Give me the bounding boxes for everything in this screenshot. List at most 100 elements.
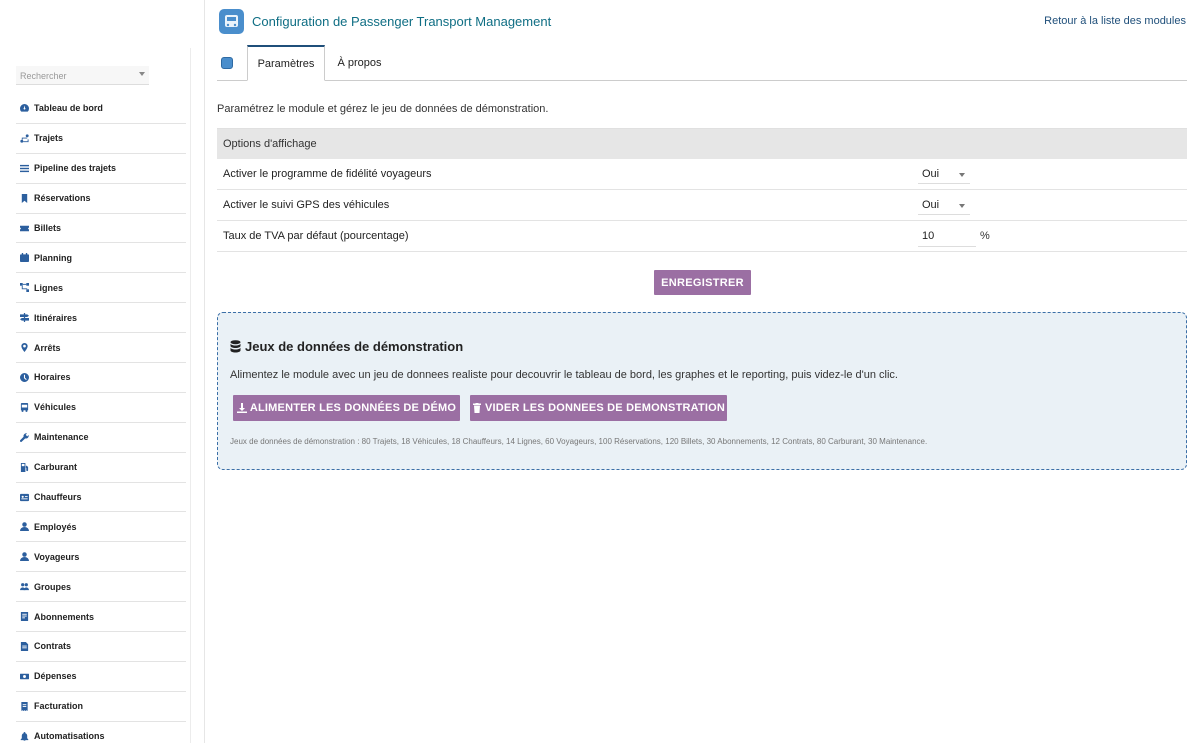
signpost-icon	[19, 313, 29, 323]
wrench-icon	[19, 432, 29, 442]
sidebar-item-label: Facturation	[34, 701, 84, 712]
sidebar-item-depenses[interactable]: Dépenses	[16, 662, 186, 692]
sidebar-edge	[204, 0, 205, 743]
sidebar-item-label: Chauffeurs	[34, 492, 82, 503]
vat-unit: %	[980, 230, 990, 242]
tab-parametres[interactable]: Paramètres	[247, 45, 325, 81]
sidebar-item-trajets[interactable]: Trajets	[16, 124, 186, 154]
tab-bar: Paramètres À propos	[217, 45, 1187, 81]
user-icon	[19, 522, 29, 532]
option-row-gps: Activer le suivi GPS des véhicules Oui	[217, 190, 1187, 221]
dashboard-icon	[19, 103, 29, 113]
chevron-down-icon	[959, 173, 965, 177]
gps-select[interactable]: Oui	[918, 196, 970, 215]
bookmark-icon	[19, 193, 29, 203]
clock-icon	[19, 372, 29, 382]
sidebar-item-automatisations[interactable]: Automatisations	[16, 722, 186, 743]
back-to-modules-link[interactable]: Retour à la liste des modules	[1044, 15, 1186, 27]
loyalty-select[interactable]: Oui	[918, 165, 970, 184]
option-label: Taux de TVA par défaut (pourcentage)	[223, 230, 409, 242]
module-logo-icon	[219, 9, 244, 34]
sidebar-item-label: Voyageurs	[34, 551, 80, 562]
option-label: Activer le suivi GPS des véhicules	[223, 199, 390, 211]
loyalty-select-value: Oui	[922, 168, 940, 180]
sidebar-item-label: Carburant	[34, 462, 78, 473]
sidebar-divider	[190, 48, 191, 743]
sidebar-item-label: Pipeline des trajets	[34, 163, 117, 174]
sidebar-item-arrets[interactable]: Arrêts	[16, 333, 186, 364]
bus-icon	[19, 402, 29, 412]
sidebar-item-label: Horaires	[34, 372, 71, 383]
sidebar-item-label: Lignes	[34, 282, 64, 293]
sidebar-item-tableau-de-bord[interactable]: Tableau de bord	[16, 94, 186, 124]
document-icon	[19, 612, 29, 622]
sidebar-item-voyageurs[interactable]: Voyageurs	[16, 542, 186, 573]
sidebar-item-label: Groupes	[34, 581, 72, 592]
sidebar-item-billets[interactable]: Billets	[16, 214, 186, 244]
option-row-loyalty: Activer le programme de fidélité voyageu…	[217, 159, 1187, 190]
sidebar-item-label: Véhicules	[34, 402, 77, 413]
sidebar-item-label: Arrêts	[34, 342, 61, 353]
save-button[interactable]: ENREGISTRER	[654, 270, 751, 295]
demo-title: Jeux de données de démonstration	[230, 339, 463, 354]
sidebar-item-label: Abonnements	[34, 611, 95, 622]
map-pin-icon	[19, 343, 29, 353]
page-title: Configuration de Passenger Transport Man…	[252, 14, 552, 29]
sidebar-item-contrats[interactable]: Contrats	[16, 632, 186, 662]
download-icon	[236, 403, 247, 413]
sidebar-item-label: Billets	[34, 223, 62, 233]
sidebar-item-facturation[interactable]: Facturation	[16, 692, 186, 722]
clear-demo-label: VIDER LES DONNEES DE DEMONSTRATION	[484, 402, 726, 414]
calendar-icon	[19, 253, 29, 263]
sidebar-item-lignes[interactable]: Lignes	[16, 273, 186, 304]
users-icon	[19, 582, 29, 592]
options-table: Options d'affichage Activer le programme…	[217, 128, 1187, 252]
sidebar-item-vehicules[interactable]: Véhicules	[16, 393, 186, 423]
module-tab-icon[interactable]	[221, 57, 233, 69]
demo-data-panel: Jeux de données de démonstration Aliment…	[217, 312, 1187, 470]
user-icon	[19, 552, 29, 562]
sidebar-item-maintenance[interactable]: Maintenance	[16, 423, 186, 453]
fuel-icon	[19, 462, 29, 472]
sidebar-item-abonnements[interactable]: Abonnements	[16, 602, 186, 633]
sidebar-item-horaires[interactable]: Horaires	[16, 363, 186, 393]
sidebar-item-groupes[interactable]: Groupes	[16, 572, 186, 603]
search-box[interactable]	[16, 66, 149, 85]
sidebar-item-reservations[interactable]: Réservations	[16, 184, 186, 214]
id-card-icon	[19, 492, 29, 502]
sidebar-item-label: Planning	[34, 252, 72, 263]
sidebar-item-label: Itinéraires	[34, 312, 78, 323]
sidebar: Tableau de bord Trajets Pipeline des traje…	[0, 0, 205, 743]
search-input[interactable]	[16, 67, 126, 85]
sidebar-item-employes[interactable]: Employés	[16, 512, 186, 543]
sidebar-item-chauffeurs[interactable]: Chauffeurs	[16, 483, 186, 513]
invoice-icon	[19, 701, 29, 711]
sidebar-item-pipeline-des-trajets[interactable]: Pipeline des trajets	[16, 154, 186, 184]
vat-rate-input[interactable]: 10	[918, 227, 976, 247]
tab-a-propos[interactable]: À propos	[337, 45, 382, 81]
sidebar-menu: Tableau de bord Trajets Pipeline des traje…	[16, 94, 186, 743]
sidebar-item-label: Tableau de bord	[34, 103, 103, 114]
load-demo-button[interactable]: ALIMENTER LES DONNÉES DE DÉMO	[233, 395, 460, 421]
option-label: Activer le programme de fidélité voyageu…	[223, 168, 432, 180]
sidebar-item-label: Contrats	[34, 641, 72, 652]
demo-title-text: Jeux de données de démonstration	[245, 339, 464, 354]
trash-icon	[472, 403, 481, 413]
sidebar-item-label: Dépenses	[34, 671, 77, 682]
sidebar-item-planning[interactable]: Planning	[16, 243, 186, 274]
sidebar-item-carburant[interactable]: Carburant	[16, 453, 186, 483]
demo-summary: Jeux de données de démonstration : 80 Tr…	[230, 437, 928, 446]
route-icon	[19, 133, 29, 143]
database-icon	[230, 340, 241, 353]
intro-text: Paramétrez le module et gérez le jeu de …	[217, 103, 549, 115]
money-icon	[19, 671, 29, 681]
sidebar-item-label: Maintenance	[34, 432, 89, 443]
clear-demo-button[interactable]: VIDER LES DONNEES DE DEMONSTRATION	[470, 395, 727, 421]
network-icon	[19, 283, 29, 293]
bell-icon	[19, 731, 29, 741]
sidebar-item-label: Trajets	[34, 133, 64, 144]
load-demo-label: ALIMENTER LES DONNÉES DE DÉMO	[249, 402, 457, 414]
chevron-down-icon[interactable]	[139, 72, 145, 76]
sidebar-item-itineraires[interactable]: Itinéraires	[16, 303, 186, 334]
option-row-vat: Taux de TVA par défaut (pourcentage) 10 …	[217, 221, 1187, 252]
